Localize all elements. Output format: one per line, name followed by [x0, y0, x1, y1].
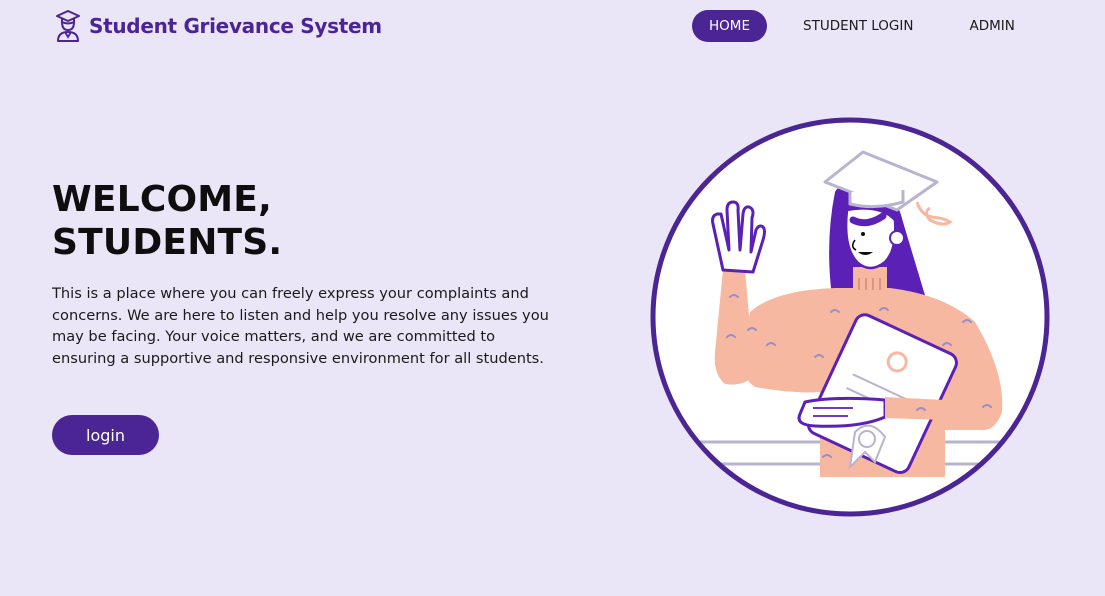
nav-home[interactable]: HOME: [692, 10, 767, 42]
hero-title: WELCOME, STUDENTS.: [52, 178, 282, 264]
nav-admin[interactable]: ADMIN: [959, 10, 1024, 42]
hero-description: This is a place where you can freely exp…: [52, 285, 549, 367]
login-button[interactable]: login: [52, 415, 159, 455]
graduate-student-waving-illustration: [645, 112, 1055, 522]
hero-title-line-2: STUDENTS.: [52, 222, 283, 263]
brand[interactable]: Student Grievance System: [55, 10, 382, 42]
graduate-icon: [55, 10, 81, 42]
site-title: Student Grievance System: [89, 14, 382, 38]
nav-student-login[interactable]: STUDENT LOGIN: [793, 10, 923, 42]
hero-title-line-1: WELCOME,: [52, 179, 272, 220]
main-nav: HOME STUDENT LOGIN ADMIN: [692, 10, 1025, 42]
